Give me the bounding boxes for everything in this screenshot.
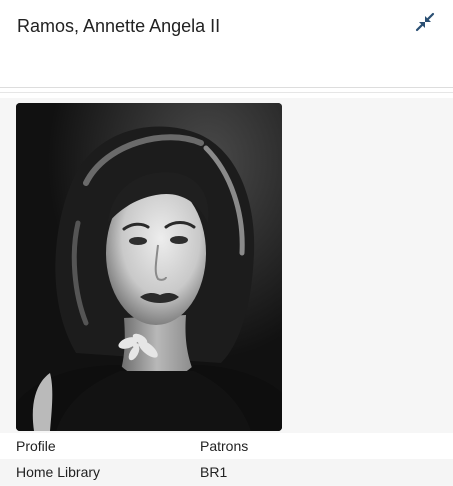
detail-row-home-library: Home Library BR1	[0, 459, 453, 485]
detail-label: Profile	[16, 438, 56, 454]
detail-value: Patrons	[200, 438, 249, 454]
patron-header: Ramos, Annette Angela II	[0, 0, 453, 88]
detail-row-profile: Profile Patrons	[0, 433, 453, 459]
patron-details-table: Profile Patrons Home Library BR1	[0, 433, 453, 485]
detail-value: BR1	[200, 464, 228, 480]
patron-panel: Ramos, Annette Angela II Profile Patrons…	[0, 0, 453, 486]
patron-content: Profile Patrons Home Library BR1	[0, 98, 453, 486]
collapse-button[interactable]	[414, 11, 436, 33]
detail-label: Home Library	[16, 464, 101, 480]
patron-name: Ramos, Annette Angela II	[17, 16, 221, 36]
header-separator	[0, 92, 453, 93]
patron-photo	[16, 103, 282, 431]
collapse-arrows-icon	[415, 12, 435, 32]
